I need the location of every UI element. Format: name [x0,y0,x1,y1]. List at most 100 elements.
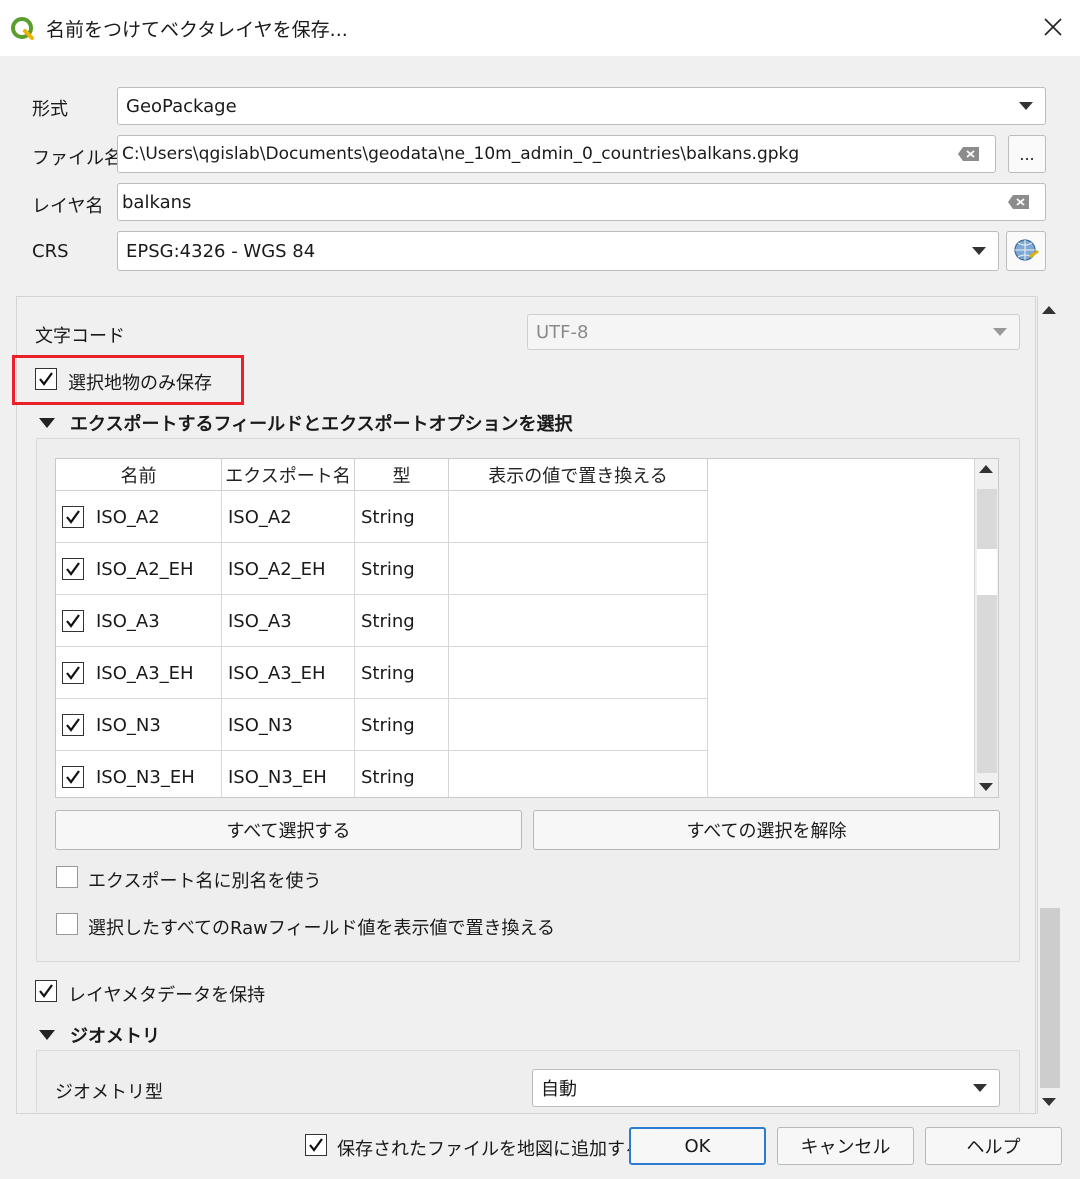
field-name: ISO_N3_EH [96,766,195,788]
cell-export-name[interactable]: ISO_A3 [222,595,355,647]
column-header-export-name[interactable]: エクスポート名 [222,459,355,491]
geometry-section-title[interactable]: ジオメトリ [70,1022,160,1048]
checkmark-icon [309,1138,323,1152]
cell-name: ISO_N3 [56,699,222,751]
checkmark-icon [66,614,80,628]
scroll-down-icon[interactable] [979,783,993,791]
deselect-all-button[interactable]: すべての選択を解除 [533,810,1000,850]
geometry-type-label: ジオメトリ型 [55,1082,163,1103]
encoding-combo: UTF-8 [527,314,1020,350]
filename-label: ファイル名 [32,148,122,169]
layername-value: balkans [122,191,192,213]
cell-name: ISO_A2_EH [56,543,222,595]
cell-replace[interactable] [449,647,708,699]
field-checkbox[interactable] [62,662,84,684]
scroll-down-icon[interactable] [1042,1098,1056,1106]
cell-export-name[interactable]: ISO_N3 [222,699,355,751]
cell-export-name[interactable]: ISO_N3_EH [222,751,355,797]
collapse-arrow-icon[interactable] [39,1030,55,1040]
checkmark-icon [66,510,80,524]
scroll-up-icon[interactable] [1042,306,1056,314]
cell-type: String [355,647,449,699]
clear-icon[interactable] [1007,194,1031,210]
select-all-button[interactable]: すべて選択する [55,810,522,850]
table-row[interactable]: ISO_A3_EH ISO_A3_EH String [56,647,708,699]
qgis-logo-icon [10,16,36,42]
field-name: ISO_A2_EH [96,558,194,580]
column-header-replace[interactable]: 表示の値で置き換える [449,459,708,491]
browse-button[interactable]: ... [1008,135,1046,173]
encoding-value: UTF-8 [536,321,589,343]
cell-export-name[interactable]: ISO_A3_EH [222,647,355,699]
cell-replace[interactable] [449,543,708,595]
scroll-up-icon[interactable] [979,465,993,473]
field-checkbox[interactable] [62,610,84,632]
close-icon [1044,18,1062,36]
cell-export-name[interactable]: ISO_A2 [222,491,355,543]
checkmark-icon [66,666,80,680]
cell-type: String [355,699,449,751]
highlight-annotation [12,355,244,405]
layername-input[interactable]: balkans [117,183,1046,221]
keep-metadata-label: レイヤメタデータを保持 [68,985,266,1006]
field-name: ISO_A2 [96,506,160,528]
table-scrollbar[interactable] [974,459,998,797]
field-checkbox[interactable] [62,506,84,528]
format-combo[interactable]: GeoPackage [117,87,1046,125]
filename-input[interactable]: C:\Users\qgislab\Documents\geodata\ne_10… [117,135,996,173]
field-checkbox[interactable] [62,766,84,788]
field-checkbox[interactable] [62,558,84,580]
column-header-name[interactable]: 名前 [56,459,222,491]
crs-label: CRS [32,241,69,262]
collapse-arrow-icon[interactable] [39,418,55,428]
crs-value: EPSG:4326 - WGS 84 [126,240,316,262]
checkmark-icon [66,770,80,784]
geometry-type-combo[interactable]: 自動 [532,1069,1000,1107]
cell-replace[interactable] [449,751,708,797]
format-value: GeoPackage [126,95,237,117]
scroll-thumb[interactable] [1040,908,1060,1088]
encoding-label: 文字コード [35,326,125,347]
scroll-track [977,595,997,773]
column-header-type[interactable]: 型 [355,459,449,491]
field-name: ISO_A3 [96,610,160,632]
field-name: ISO_A3_EH [96,662,194,684]
scroll-thumb[interactable] [977,549,997,595]
chevron-down-icon [972,247,986,255]
crs-select-button[interactable] [1006,231,1046,271]
chevron-down-icon [1019,102,1033,110]
cell-export-name[interactable]: ISO_A2_EH [222,543,355,595]
close-button[interactable] [1036,10,1070,44]
ok-button[interactable]: OK [629,1127,766,1165]
clear-icon[interactable] [957,146,981,162]
cell-type: String [355,751,449,797]
cell-replace[interactable] [449,491,708,543]
table-row[interactable]: ISO_N3_EH ISO_N3_EH String [56,751,708,797]
table-row[interactable]: ISO_A2 ISO_A2 String [56,491,708,543]
cell-name: ISO_A2 [56,491,222,543]
cell-replace[interactable] [449,699,708,751]
cell-replace[interactable] [449,595,708,647]
replace-raw-checkbox[interactable] [56,913,78,935]
cell-type: String [355,595,449,647]
alias-checkbox[interactable] [56,866,78,888]
panel-scrollbar[interactable] [1037,296,1061,1114]
keep-metadata-checkbox[interactable] [35,980,57,1002]
cell-name: ISO_A3_EH [56,647,222,699]
help-button[interactable]: ヘルプ [925,1127,1062,1165]
add-to-map-label: 保存されたファイルを地図に追加する [337,1139,643,1160]
cell-type: String [355,491,449,543]
checkmark-icon [66,718,80,732]
scroll-track [977,489,997,549]
checkmark-icon [66,562,80,576]
table-row[interactable]: ISO_A3 ISO_A3 String [56,595,708,647]
checkmark-icon [39,984,53,998]
fields-section-title[interactable]: エクスポートするフィールドとエクスポートオプションを選択 [70,410,573,436]
crs-combo[interactable]: EPSG:4326 - WGS 84 [117,231,999,271]
table-row[interactable]: ISO_N3 ISO_N3 String [56,699,708,751]
fields-table: 名前 エクスポート名 型 表示の値で置き換える ISO_A2 ISO_A2 St… [55,458,999,798]
table-row[interactable]: ISO_A2_EH ISO_A2_EH String [56,543,708,595]
cancel-button[interactable]: キャンセル [777,1127,914,1165]
add-to-map-checkbox[interactable] [305,1134,327,1156]
field-checkbox[interactable] [62,714,84,736]
